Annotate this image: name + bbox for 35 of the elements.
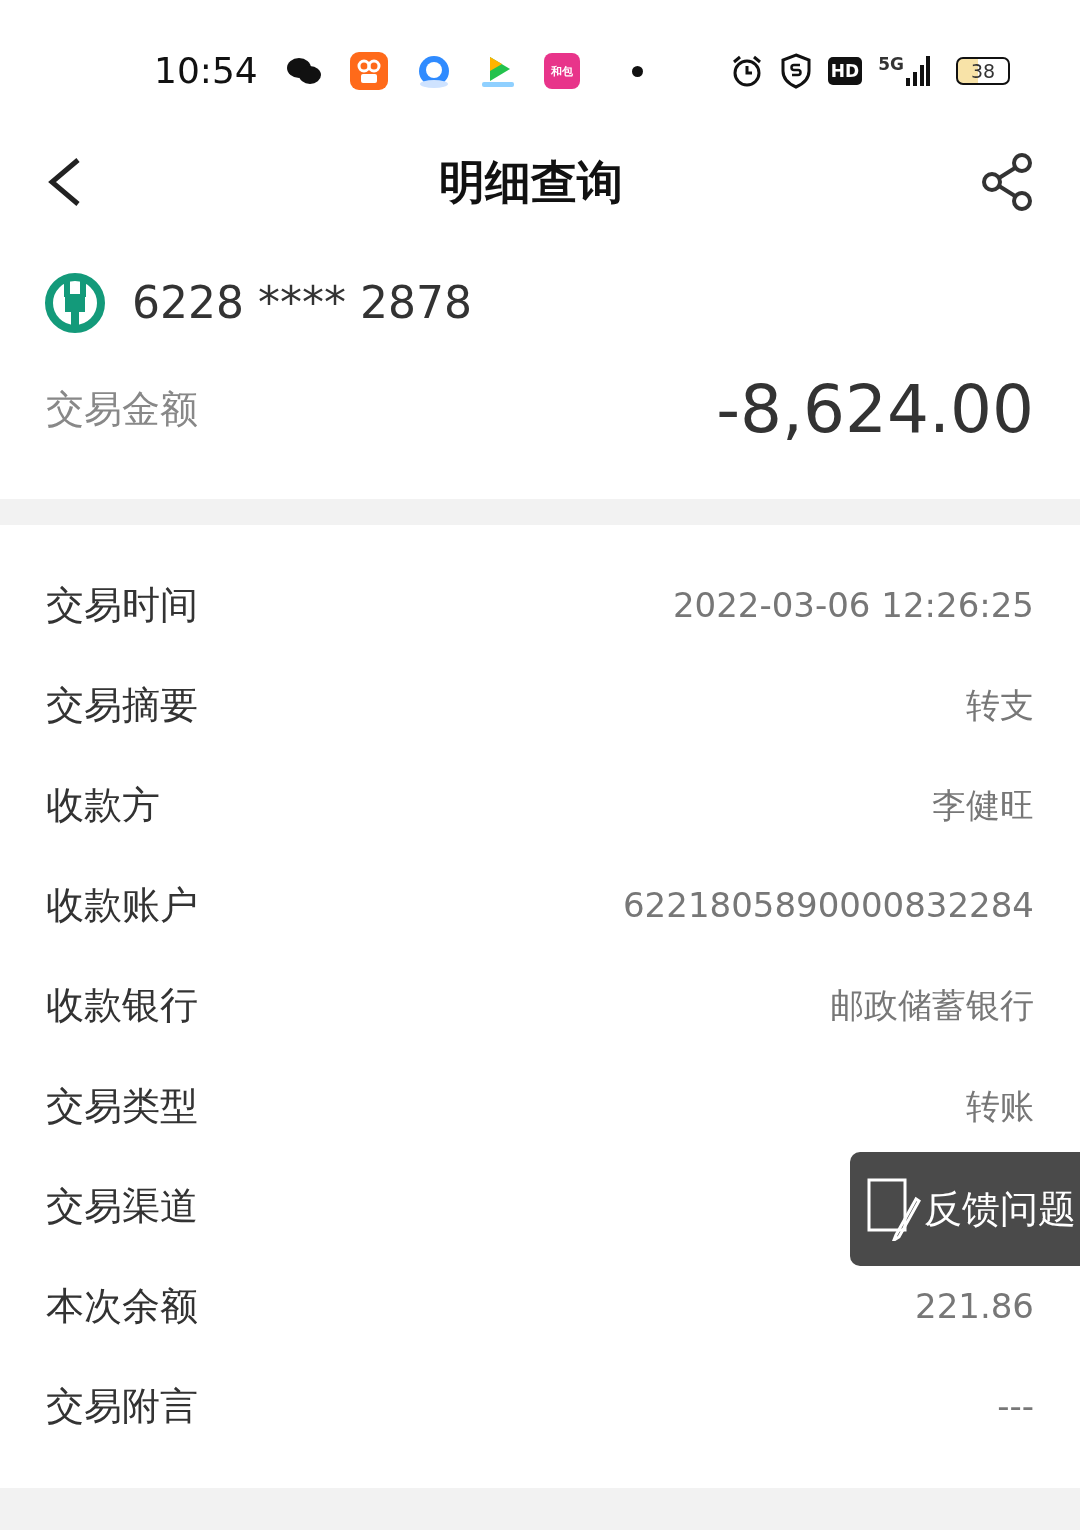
detail-label: 交易附言: [46, 1383, 198, 1431]
back-icon[interactable]: [46, 157, 82, 207]
detail-label: 交易渠道: [46, 1182, 198, 1230]
app-icon: 和包: [543, 53, 580, 89]
detail-label: 收款方: [46, 781, 160, 829]
card-number: 6228 **** 2878: [132, 276, 472, 330]
detail-value: 邮政储蓄银行: [830, 984, 1034, 1028]
hd-badge: HD: [827, 57, 863, 85]
detail-value: ---: [997, 1385, 1034, 1429]
status-time: 10:54: [154, 49, 258, 93]
detail-value: 2022-03-06 12:26:25: [672, 583, 1034, 627]
detail-value: 6221805890000832284: [623, 884, 1034, 928]
network-label: 5G: [878, 56, 904, 73]
feedback-form-icon: [866, 1177, 922, 1241]
feedback-button[interactable]: 反馈问题: [850, 1152, 1080, 1266]
signal-icon: [906, 56, 930, 86]
detail-value: 转账: [966, 1084, 1034, 1128]
detail-label: 本次余额: [46, 1282, 198, 1330]
bank-logo-icon: [44, 272, 106, 334]
detail-label: 交易时间: [46, 581, 198, 629]
amount-label: 交易金额: [46, 385, 198, 433]
app-icon: [349, 52, 388, 90]
shield-icon: [779, 53, 812, 89]
detail-value: 221.86: [915, 1284, 1034, 1328]
detail-label: 收款银行: [46, 982, 198, 1030]
battery-indicator: 38: [956, 57, 1010, 85]
detail-label: 交易摘要: [46, 681, 198, 729]
detail-label: 交易类型: [46, 1082, 198, 1130]
amount-value: -8,624.00: [716, 369, 1034, 450]
chat-bubbles-icon: [285, 56, 322, 86]
detail-label: 收款账户: [46, 882, 198, 930]
detail-value: 转支: [966, 683, 1034, 727]
share-icon[interactable]: [980, 153, 1034, 211]
detail-value: 李健旺: [932, 783, 1034, 827]
page-title: 明细查询: [439, 153, 623, 211]
